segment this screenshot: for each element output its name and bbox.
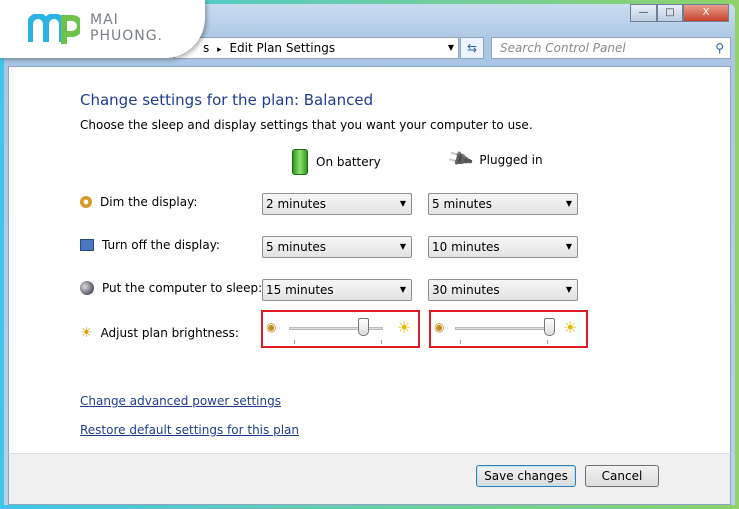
slider-thumb[interactable] bbox=[358, 318, 370, 336]
dim-display-plugged-select[interactable]: 5 minutes ▼ bbox=[428, 193, 578, 215]
search-input[interactable]: Search Control Panel ⚲ bbox=[491, 37, 731, 59]
maximize-button[interactable]: □ bbox=[657, 4, 683, 22]
slider-thumb[interactable] bbox=[544, 318, 555, 336]
breadcrumb-separator-icon: ▸ bbox=[217, 45, 222, 55]
row-label: Adjust plan brightness: bbox=[100, 326, 239, 340]
column-plugged-in: 🔌 Plugged in bbox=[445, 145, 543, 174]
search-icon[interactable]: ⚲ bbox=[715, 38, 724, 58]
cancel-button[interactable]: Cancel bbox=[585, 465, 659, 487]
turn-off-display-battery-select[interactable]: 5 minutes ▼ bbox=[262, 236, 412, 258]
chevron-down-icon: ▼ bbox=[565, 242, 572, 251]
row-label: Put the computer to sleep: bbox=[102, 281, 263, 295]
restore-defaults-link[interactable]: Restore default settings for this plan bbox=[80, 423, 299, 437]
chevron-down-icon: ▼ bbox=[399, 285, 406, 294]
dim-display-icon bbox=[80, 196, 92, 208]
chevron-down-icon: ▼ bbox=[399, 199, 406, 208]
address-dropdown-icon[interactable]: ▼ bbox=[448, 38, 454, 58]
display-clock-icon bbox=[80, 239, 94, 251]
battery-icon bbox=[292, 149, 308, 175]
dim-display-battery-select[interactable]: 2 minutes ▼ bbox=[262, 193, 412, 215]
bright-sun-icon: ☀ bbox=[397, 318, 412, 337]
row-sleep: Put the computer to sleep: bbox=[80, 281, 262, 295]
brightness-sun-icon: ☀ bbox=[80, 325, 93, 341]
page-title: Change settings for the plan: Balanced bbox=[80, 91, 374, 109]
window: — □ X s ▸ Edit Plan Settings ▼ ⇆ Search … bbox=[4, 4, 735, 505]
address-bar[interactable]: s ▸ Edit Plan Settings ▼ bbox=[174, 37, 459, 59]
row-label: Turn off the display: bbox=[102, 238, 220, 252]
logo: MAI PHUONG. bbox=[0, 0, 205, 58]
row-turn-off-display: Turn off the display: bbox=[80, 238, 220, 252]
bright-sun-icon: ☀ bbox=[563, 318, 578, 337]
chevron-down-icon: ▼ bbox=[399, 242, 406, 251]
sleep-plugged-select[interactable]: 30 minutes ▼ bbox=[428, 279, 578, 301]
page-subtitle: Choose the sleep and display settings th… bbox=[80, 118, 533, 132]
minimize-button[interactable]: — bbox=[630, 4, 657, 22]
sleep-moon-icon bbox=[80, 281, 94, 295]
brightness-plugged-slider[interactable]: ◉ ☀ bbox=[429, 310, 588, 348]
row-brightness: ☀ Adjust plan brightness: bbox=[80, 325, 239, 341]
row-label: Dim the display: bbox=[100, 195, 198, 209]
sleep-battery-select[interactable]: 15 minutes ▼ bbox=[262, 279, 412, 301]
chevron-down-icon: ▼ bbox=[565, 285, 572, 294]
brightness-battery-slider[interactable]: ◉ ☀ bbox=[261, 310, 420, 348]
close-button[interactable]: X bbox=[683, 4, 729, 22]
search-placeholder: Search Control Panel bbox=[500, 41, 626, 55]
refresh-button[interactable]: ⇆ bbox=[460, 37, 484, 59]
plug-icon: 🔌 bbox=[445, 144, 476, 175]
breadcrumb-current[interactable]: Edit Plan Settings bbox=[229, 41, 335, 55]
row-dim-display: Dim the display: bbox=[80, 195, 197, 209]
column-label: Plugged in bbox=[479, 152, 543, 167]
breadcrumb-prev[interactable]: s bbox=[203, 41, 209, 55]
chevron-down-icon: ▼ bbox=[565, 199, 572, 208]
content-pane: Change settings for the plan: Balanced C… bbox=[8, 66, 731, 453]
refresh-icon: ⇆ bbox=[466, 41, 478, 55]
dim-icon: ◉ bbox=[434, 320, 445, 334]
mai-phuong-logo-icon bbox=[28, 14, 80, 44]
advanced-power-settings-link[interactable]: Change advanced power settings bbox=[80, 394, 281, 408]
save-changes-button[interactable]: Save changes bbox=[476, 465, 576, 487]
column-on-battery: On battery bbox=[292, 149, 381, 175]
dim-icon: ◉ bbox=[266, 320, 277, 334]
turn-off-display-plugged-select[interactable]: 10 minutes ▼ bbox=[428, 236, 578, 258]
column-label: On battery bbox=[316, 155, 381, 169]
footer: Save changes Cancel bbox=[8, 453, 731, 505]
